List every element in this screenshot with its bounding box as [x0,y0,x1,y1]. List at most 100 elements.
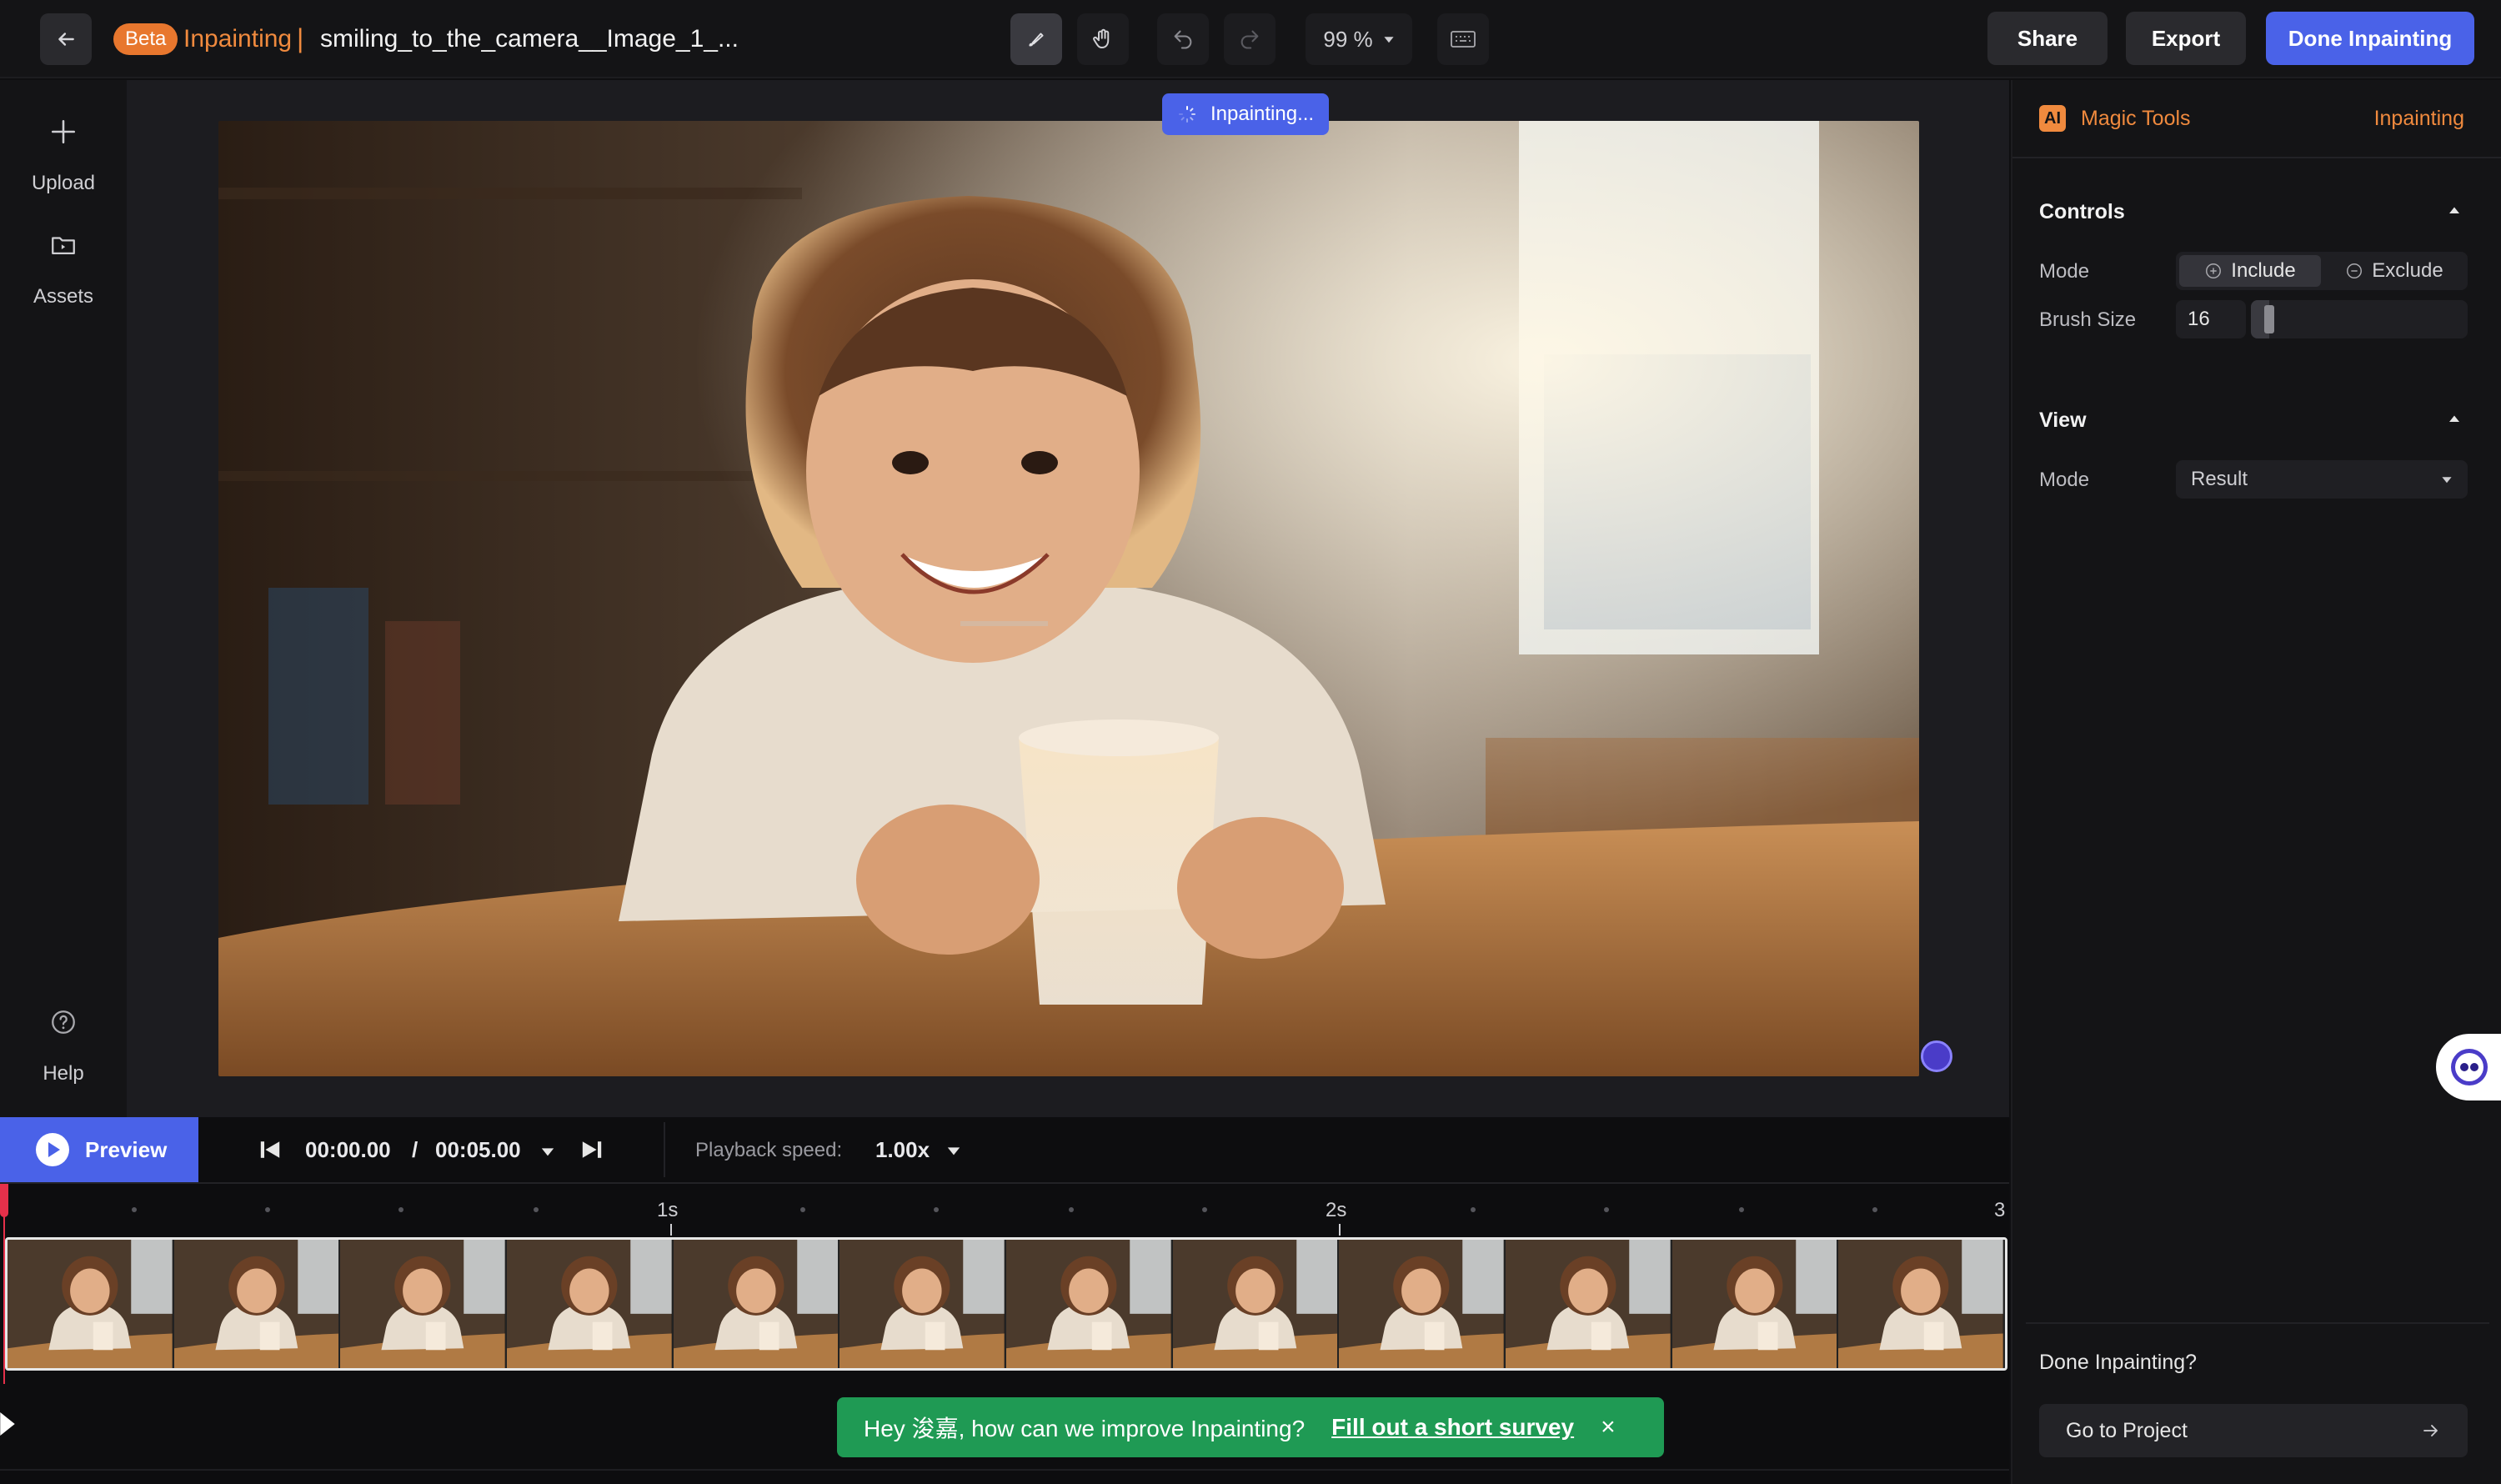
file-name[interactable]: smiling_to_the_camera__Image_1_... [320,23,739,55]
ruler-tick [1069,1207,1074,1212]
ruler-tick [265,1207,270,1212]
play-icon [36,1133,69,1166]
survey-link[interactable]: Fill out a short survey [1331,1414,1574,1441]
skip-end-button[interactable] [580,1137,604,1166]
back-button[interactable] [40,13,92,65]
view-mode-value: Result [2191,468,2248,490]
photo-illustration [218,121,1919,1076]
ruler-label-2s: 2s [1326,1199,1347,1221]
ruler-tick [1739,1207,1744,1212]
skip-start-icon [260,1141,280,1158]
controls-title: Controls [2039,200,2125,223]
caret-down-icon [947,1146,960,1155]
caret-down-icon [1384,37,1394,43]
minus-circle-icon [2347,263,2363,278]
robot-icon [2451,1049,2488,1085]
skip-start-button[interactable] [258,1137,282,1166]
chat-assistant-button[interactable] [2436,1034,2501,1100]
film-frame [1838,1240,2005,1368]
mode-title: Inpainting [183,25,293,53]
keyboard-shortcuts-button[interactable] [1437,13,1489,65]
done-inpainting-button[interactable]: Done Inpainting [2266,12,2474,65]
sidebar-item-assets[interactable]: Assets [0,220,127,308]
inpainting-status-text: Inpainting... [1210,103,1315,125]
go-to-project-button[interactable]: Go to Project [2039,1404,2468,1457]
ruler-label-3s: 3 [1994,1199,2006,1221]
preview-label: Preview [85,1136,168,1162]
spinner-icon [1179,106,1195,123]
ruler-tick [1202,1207,1207,1212]
video-track[interactable] [5,1237,2007,1371]
magic-tools-link[interactable]: Magic Tools [2081,107,2191,131]
undo-icon [1174,30,1192,49]
film-frame [173,1240,341,1368]
view-mode-label: Mode [2039,469,2090,491]
ruler-tick [934,1207,939,1212]
film-frame [673,1240,840,1368]
brush-size-label: Brush Size [2039,308,2137,331]
canvas-image[interactable] [218,121,1919,1076]
caret-down-icon [2442,477,2452,484]
inpainting-status: Inpainting... [1162,93,1330,135]
sidebar-item-label: Help [43,1062,84,1085]
brush-size-slider[interactable] [2251,300,2468,338]
brush-size-thumb[interactable] [2264,305,2274,333]
pan-tool-button[interactable] [1077,13,1129,65]
ai-badge: AI [2039,105,2066,132]
include-label: Include [2231,259,2296,282]
ruler-major-tick [1339,1224,1341,1236]
brush-cursor [1921,1040,1952,1072]
title-separator: | [297,23,304,53]
collapse-controls-icon[interactable] [2448,205,2461,220]
share-button[interactable]: Share [1987,12,2108,65]
track-divider [0,1469,2009,1471]
playback-speed-value: 1.00x [875,1137,930,1162]
zoom-select[interactable]: 99 % [1306,13,1412,65]
film-frame [1339,1240,1506,1368]
view-title: View [2039,409,2087,432]
redo-icon [1240,30,1259,49]
preview-button[interactable]: Preview [0,1117,198,1182]
redo-button[interactable] [1224,13,1276,65]
go-to-project-label: Go to Project [2066,1418,2188,1442]
brush-size-input[interactable]: 16 [2176,300,2246,338]
exclude-option[interactable]: Exclude [2324,255,2464,287]
view-mode-select[interactable]: Result [2176,460,2468,499]
ruler-label-1s: 1s [657,1199,679,1221]
collapse-view-icon[interactable] [2448,414,2461,429]
total-time: 00:05.00 [435,1137,521,1162]
sidebar-item-help[interactable]: Help [0,997,127,1085]
ruler-tick [534,1207,539,1212]
film-frame [1672,1240,1839,1368]
ruler-tick [1604,1207,1609,1212]
timeline-ruler: 1s 2s 3 [0,1184,2009,1236]
folder-icon [38,220,88,270]
brush-tool-button[interactable] [1010,13,1062,65]
active-tool-label: Inpainting [2373,107,2464,130]
track-marker [0,1412,15,1440]
mode-segmented-control: Include Exclude [2176,252,2468,290]
toolbar-divider [664,1122,665,1177]
arrow-left-icon [58,33,74,46]
film-frame [1506,1240,1672,1368]
survey-text: Hey 浚嘉, how can we improve Inpainting? [864,1416,1306,1441]
hand-icon [1093,28,1110,48]
play-marker-icon [0,1412,15,1436]
include-option[interactable]: Include [2179,255,2321,287]
question-icon [38,997,88,1047]
export-button[interactable]: Export [2126,12,2246,65]
sidebar-item-label: Upload [31,172,96,194]
playback-speed-label: Playback speed: [695,1139,843,1161]
caret-down-icon [541,1148,554,1156]
zoom-value: 99 % [1323,26,1373,52]
arrow-right-icon [2423,1425,2438,1436]
film-frame [507,1240,674,1368]
exclude-label: Exclude [2372,259,2443,282]
close-icon[interactable]: × [1601,1413,1616,1441]
film-frame [8,1240,174,1368]
film-frame [1006,1240,1173,1368]
sidebar-item-upload[interactable]: Upload [0,107,127,195]
duration-dropdown[interactable] [540,1144,555,1163]
playback-speed-select[interactable]: 1.00x [875,1137,961,1163]
undo-button[interactable] [1157,13,1209,65]
